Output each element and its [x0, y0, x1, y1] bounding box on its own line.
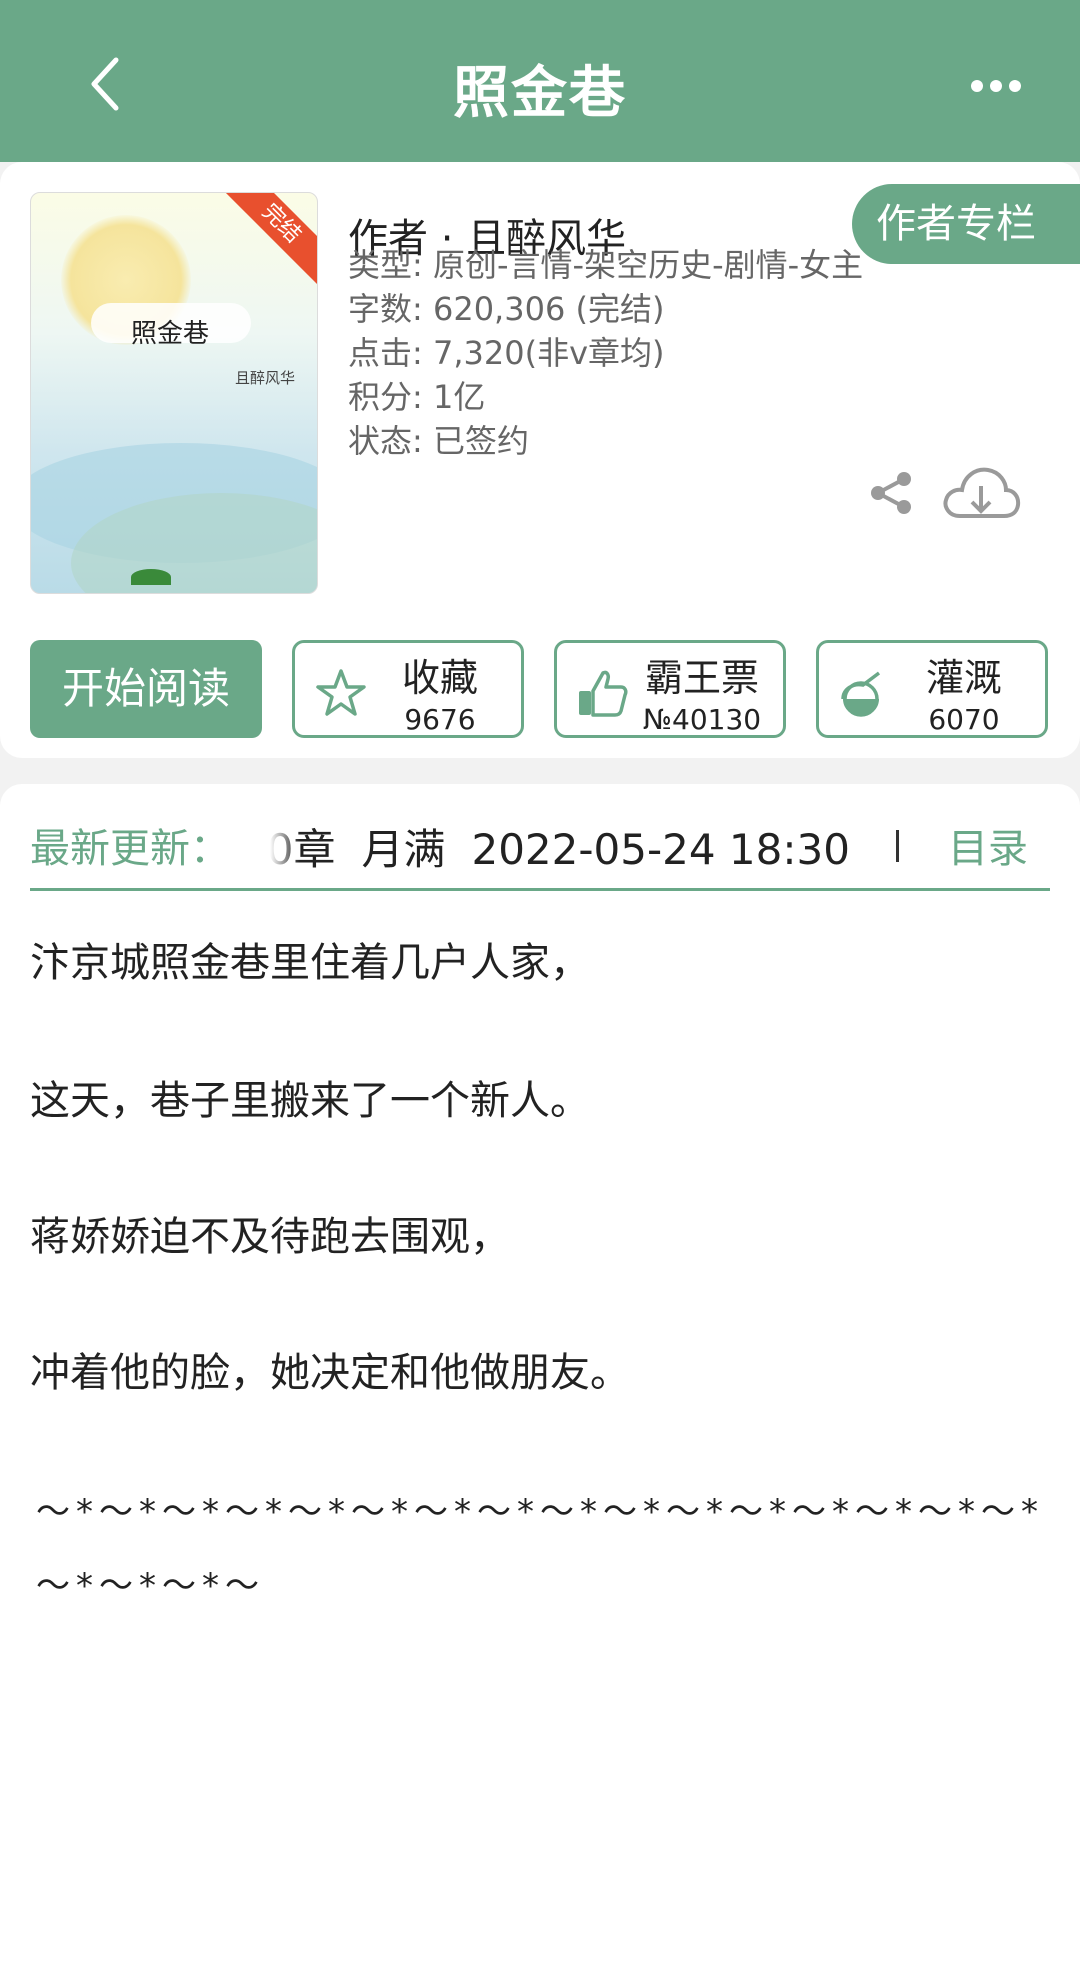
meta-value: 已签约	[432, 422, 529, 460]
irrigate-count: 6070	[928, 703, 1000, 736]
favorite-button[interactable]: 收藏 9676	[292, 640, 524, 738]
cloud-download-icon[interactable]	[940, 462, 1022, 528]
latest-update-text: 70章月满2022-05-24 18:30	[270, 816, 850, 877]
meta-value: 原创-言情-架空历史-剧情-女主	[432, 246, 864, 284]
book-intro-card: 最新更新： 70章月满2022-05-24 18:30 目录 汴京城照金巷里住着…	[0, 784, 1080, 1985]
decorative-divider-line: ～*～*～*～	[36, 1566, 265, 1606]
table-of-contents-link[interactable]: 目录	[948, 816, 1028, 874]
top-app-bar: 照金巷	[0, 0, 1080, 162]
meta-value: 620,306 (完结)	[432, 290, 665, 328]
latest-update-marquee: 70章月满2022-05-24 18:30	[270, 810, 902, 880]
latest-update-label: 最新更新：	[30, 826, 230, 872]
overlord-ticket-button[interactable]: 霸王票 №40130	[554, 640, 786, 738]
meta-label: 状态:	[348, 422, 423, 460]
intro-paragraph: 蒋娇娇迫不及待跑去围观，	[30, 1214, 510, 1260]
page-title: 照金巷	[453, 61, 627, 126]
author-column-button[interactable]: 作者专栏	[852, 184, 1080, 264]
favorite-label: 收藏	[401, 656, 478, 700]
start-reading-button[interactable]: 开始阅读	[30, 640, 262, 738]
meta-score: 积分: 1亿	[348, 372, 485, 418]
marquee-separator	[896, 830, 899, 862]
share-icon[interactable]	[866, 468, 916, 518]
book-info-card: 照金巷 且醉风华 完结 作者 · 且醉风华 作者专栏 类型: 原创-言情-架空历…	[0, 162, 1080, 758]
marquee-fade	[270, 810, 300, 880]
latest-chapter-title: 月满	[361, 825, 446, 874]
intro-paragraph: 这天，巷子里搬来了一个新人。	[30, 1078, 590, 1124]
meta-genre: 类型: 原创-言情-架空历史-剧情-女主	[348, 240, 863, 286]
intro-paragraph: 冲着他的脸，她决定和他做朋友。	[30, 1350, 630, 1396]
meta-clicks: 点击: 7,320(非v章均)	[348, 328, 665, 374]
decorative-divider-line: ～*～*～*～*～*～*～*～*～*～*～*～*～*～*～*～*	[36, 1492, 1044, 1532]
irrigate-label: 灌溉	[925, 656, 1002, 700]
overlord-ticket-label: 霸王票	[644, 656, 759, 700]
more-dots-icon	[971, 80, 1021, 92]
latest-update-time: 2022-05-24 18:30	[471, 825, 850, 874]
thumbs-up-icon	[579, 670, 628, 717]
more-button[interactable]	[966, 66, 1026, 106]
latest-update-row[interactable]: 最新更新： 70章月满2022-05-24 18:30 目录	[30, 810, 1050, 886]
cover-grass-art	[131, 569, 171, 585]
star-icon	[316, 669, 366, 716]
favorite-count: 9676	[404, 703, 476, 736]
meta-value: 7,320(非v章均)	[432, 334, 665, 372]
meta-word-count: 字数: 620,306 (完结)	[348, 284, 664, 330]
meta-label: 类型:	[348, 246, 423, 284]
irrigate-button[interactable]: 灌溉 6070	[816, 640, 1048, 738]
book-cover-image[interactable]: 照金巷 且醉风华 完结	[30, 192, 318, 594]
flask-icon	[841, 671, 881, 717]
meta-label: 字数:	[348, 290, 423, 328]
cover-author: 且醉风华	[235, 369, 296, 387]
meta-label: 积分:	[348, 378, 423, 416]
overlord-ticket-count: №40130	[642, 703, 762, 736]
intro-paragraph: 汴京城照金巷里住着几户人家，	[30, 940, 590, 986]
meta-value: 1亿	[432, 378, 486, 416]
cover-title: 照金巷	[131, 319, 210, 349]
meta-label: 点击:	[348, 334, 423, 372]
completed-badge: 完结	[219, 193, 317, 286]
section-divider	[30, 888, 1050, 891]
meta-status: 状态: 已签约	[348, 416, 529, 462]
